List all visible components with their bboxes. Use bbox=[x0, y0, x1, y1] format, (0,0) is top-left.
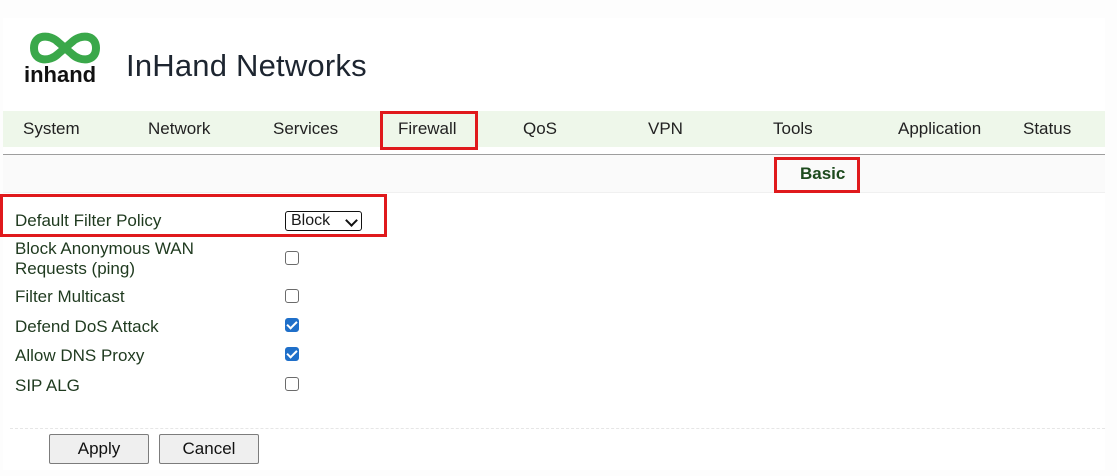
cancel-button[interactable]: Cancel bbox=[159, 434, 259, 464]
block-anonymous-wan-label-line2: Requests (ping) bbox=[15, 259, 136, 278]
allow-dns-proxy-label: Allow DNS Proxy bbox=[15, 346, 145, 365]
apply-button[interactable]: Apply bbox=[49, 434, 149, 464]
nav-network[interactable]: Network bbox=[148, 111, 210, 147]
nav-tools[interactable]: Tools bbox=[773, 111, 813, 147]
allow-dns-proxy-checkbox[interactable] bbox=[285, 347, 299, 361]
default-filter-policy-label: Default Filter Policy bbox=[15, 211, 162, 230]
nav-application[interactable]: Application bbox=[898, 111, 981, 147]
defend-dos-checkbox[interactable] bbox=[285, 318, 299, 332]
block-anonymous-wan-checkbox[interactable] bbox=[285, 251, 299, 265]
default-filter-policy-select[interactable]: Block bbox=[285, 211, 362, 231]
sub-nav bbox=[3, 155, 1105, 193]
default-filter-policy-value: Block bbox=[291, 212, 331, 229]
inhand-logo: inhand bbox=[24, 32, 100, 87]
nav-firewall[interactable]: Firewall bbox=[398, 111, 457, 147]
block-anonymous-wan-label-line1: Block Anonymous WAN bbox=[15, 239, 194, 258]
block-anonymous-wan-label: Block Anonymous WAN Requests (ping) bbox=[15, 239, 194, 279]
nav-services[interactable]: Services bbox=[273, 111, 338, 147]
filter-multicast-label: Filter Multicast bbox=[15, 287, 125, 306]
svg-text:inhand: inhand bbox=[24, 62, 96, 87]
sip-alg-checkbox[interactable] bbox=[285, 377, 299, 391]
nav-qos[interactable]: QoS bbox=[523, 111, 557, 147]
defend-dos-label: Defend DoS Attack bbox=[15, 317, 159, 336]
form-divider bbox=[10, 428, 1105, 429]
main-nav: System Network Services Firewall QoS VPN… bbox=[3, 111, 1105, 147]
brand-name: InHand Networks bbox=[126, 48, 367, 83]
nav-system[interactable]: System bbox=[23, 111, 80, 147]
chevron-down-icon bbox=[345, 214, 358, 227]
subtab-basic[interactable]: Basic bbox=[800, 164, 845, 184]
filter-multicast-checkbox[interactable] bbox=[285, 289, 299, 303]
nav-vpn[interactable]: VPN bbox=[648, 111, 683, 147]
nav-status[interactable]: Status bbox=[1023, 111, 1071, 147]
sip-alg-label: SIP ALG bbox=[15, 376, 80, 395]
